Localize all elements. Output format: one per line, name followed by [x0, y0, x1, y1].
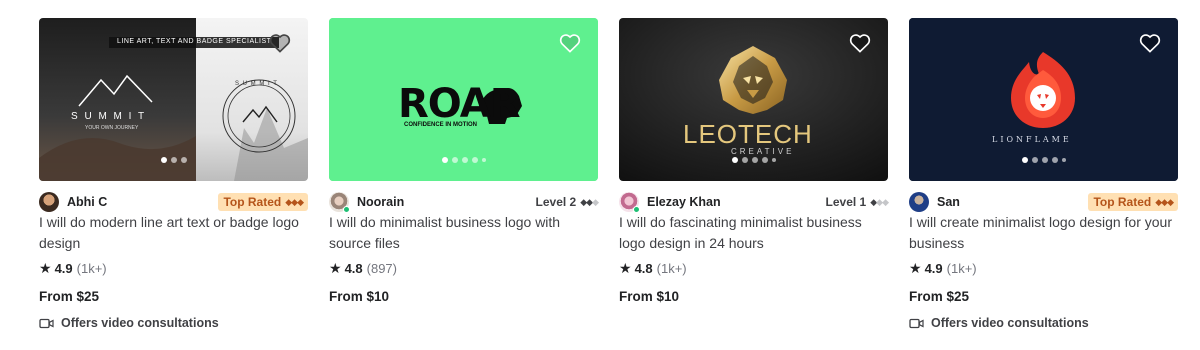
avatar[interactable] — [39, 192, 59, 212]
seller-name[interactable]: Abhi C — [67, 195, 107, 209]
rating: ★ 4.9 (1k+) — [39, 260, 107, 277]
image-tagline-text: CREATIVE — [731, 147, 795, 156]
carousel-dot[interactable] — [771, 158, 776, 162]
image-logo-text: LEOTECH — [683, 119, 813, 149]
carousel-dot[interactable] — [1051, 157, 1058, 163]
image-tagline-text: YOUR OWN JOURNEY — [85, 125, 139, 131]
image-carousel-dots[interactable] — [909, 157, 1178, 163]
diamond-icon: ◆◆◆ — [580, 196, 599, 207]
diamond-icon: ◆◆◆ — [285, 196, 304, 207]
carousel-dot[interactable] — [481, 158, 486, 162]
diamond-icon: ◆◆◆ — [1155, 196, 1174, 207]
avatar[interactable] — [329, 192, 350, 213]
carousel-dot[interactable] — [471, 157, 478, 163]
gig-thumbnail[interactable]: LEOTECH CREATIVE — [619, 18, 888, 181]
star-icon: ★ — [39, 260, 52, 276]
star-icon: ★ — [909, 260, 922, 276]
carousel-dot[interactable] — [180, 157, 187, 163]
star-icon: ★ — [619, 260, 632, 276]
carousel-dot[interactable] — [170, 157, 177, 163]
gig-card[interactable]: LINE ART, TEXT AND BADGE SPECIALIST S U … — [39, 18, 308, 330]
badge-label: Level 2 — [535, 195, 577, 209]
heart-outline-icon[interactable] — [1139, 33, 1161, 53]
video-consultation-text: Offers video consultations — [931, 316, 1089, 330]
carousel-dot[interactable] — [1061, 158, 1066, 162]
video-consultation-note: Offers video consultations — [39, 316, 219, 330]
image-carousel-dots[interactable] — [619, 157, 888, 163]
image-logo-text: ROAR — [398, 81, 520, 127]
review-count: (1k+) — [656, 261, 687, 276]
gig-thumbnail[interactable]: LINE ART, TEXT AND BADGE SPECIALIST S U … — [39, 18, 308, 181]
image-badge-text: S U M M I T — [235, 81, 278, 87]
carousel-dot[interactable] — [451, 157, 458, 163]
gig-card[interactable]: LIONFLAME San Top Rated ◆◆◆ I will creat… — [909, 18, 1178, 330]
image-carousel-dots[interactable] — [329, 157, 598, 163]
rating-value: 4.8 — [634, 261, 653, 276]
image-logo-text: S U M M I T — [71, 111, 147, 122]
gig-title[interactable]: I will create minimalist logo design for… — [909, 212, 1178, 254]
video-camera-icon — [39, 318, 54, 328]
seller-name[interactable]: Elezay Khan — [647, 195, 721, 209]
carousel-dot[interactable] — [731, 157, 738, 163]
video-consultation-text: Offers video consultations — [61, 316, 219, 330]
seller-name[interactable]: San — [937, 195, 960, 209]
image-tagline-text: CONFIDENCE IN MOTION — [404, 122, 477, 128]
gig-title[interactable]: I will do modern line art text or badge … — [39, 212, 308, 254]
carousel-dot[interactable] — [160, 157, 167, 163]
video-camera-icon — [909, 318, 924, 328]
gig-title[interactable]: I will do minimalist business logo with … — [329, 212, 598, 254]
price[interactable]: From $10 — [619, 289, 679, 304]
price[interactable]: From $10 — [329, 289, 389, 304]
rating: ★ 4.9 (1k+) — [909, 260, 977, 277]
carousel-dot[interactable] — [1021, 157, 1028, 163]
gig-thumbnail[interactable]: LIONFLAME — [909, 18, 1178, 181]
heart-outline-icon[interactable] — [269, 33, 291, 53]
carousel-dot[interactable] — [441, 157, 448, 163]
top-rated-badge: Top Rated ◆◆◆ — [218, 193, 308, 211]
gig-thumbnail[interactable]: ROAR CONFIDENCE IN MOTION — [329, 18, 598, 181]
rating-value: 4.9 — [924, 261, 943, 276]
heart-outline-icon[interactable] — [559, 33, 581, 53]
seller-row: San Top Rated ◆◆◆ — [909, 192, 1178, 212]
price[interactable]: From $25 — [39, 289, 99, 304]
price[interactable]: From $25 — [909, 289, 969, 304]
top-rated-badge: Top Rated ◆◆◆ — [1088, 193, 1178, 211]
rating: ★ 4.8 (897) — [329, 260, 397, 277]
carousel-dot[interactable] — [741, 157, 748, 163]
seller-row: Abhi C Top Rated ◆◆◆ — [39, 192, 308, 212]
avatar[interactable] — [909, 192, 929, 212]
image-carousel-dots[interactable] — [39, 157, 308, 163]
carousel-dot[interactable] — [751, 157, 758, 163]
image-logo-text: LIONFLAME — [992, 135, 1072, 144]
badge-label: Top Rated — [223, 195, 282, 209]
gig-card[interactable]: LEOTECH CREATIVE Elezay Khan Level 1 ◆◆◆… — [619, 18, 889, 304]
seller-name[interactable]: Noorain — [357, 195, 404, 209]
diamond-icon: ◆◆◆ — [870, 196, 889, 207]
image-banner-text: LINE ART, TEXT AND BADGE SPECIALIST — [117, 38, 272, 45]
seller-level-badge: Level 1 ◆◆◆ — [821, 193, 889, 211]
carousel-dot[interactable] — [1041, 157, 1048, 163]
seller-row: Noorain Level 2 ◆◆◆ — [329, 192, 599, 213]
seller-level-badge: Level 2 ◆◆◆ — [531, 193, 599, 211]
video-consultation-note: Offers video consultations — [909, 316, 1089, 330]
review-count: (897) — [366, 261, 397, 276]
badge-label: Level 1 — [825, 195, 867, 209]
review-count: (1k+) — [76, 261, 107, 276]
heart-outline-icon[interactable] — [849, 33, 871, 53]
carousel-dot[interactable] — [461, 157, 468, 163]
carousel-dot[interactable] — [1031, 157, 1038, 163]
rating-value: 4.8 — [344, 261, 363, 276]
carousel-dot[interactable] — [761, 157, 768, 163]
review-count: (1k+) — [946, 261, 977, 276]
avatar[interactable] — [619, 192, 640, 213]
seller-row: Elezay Khan Level 1 ◆◆◆ — [619, 192, 889, 213]
badge-label: Top Rated — [1093, 195, 1152, 209]
rating-value: 4.9 — [54, 261, 73, 276]
star-icon: ★ — [329, 260, 342, 276]
gig-title[interactable]: I will do fascinating minimalist busines… — [619, 212, 888, 254]
rating: ★ 4.8 (1k+) — [619, 260, 687, 277]
gig-card[interactable]: ROAR CONFIDENCE IN MOTION Noorain Level … — [329, 18, 599, 304]
